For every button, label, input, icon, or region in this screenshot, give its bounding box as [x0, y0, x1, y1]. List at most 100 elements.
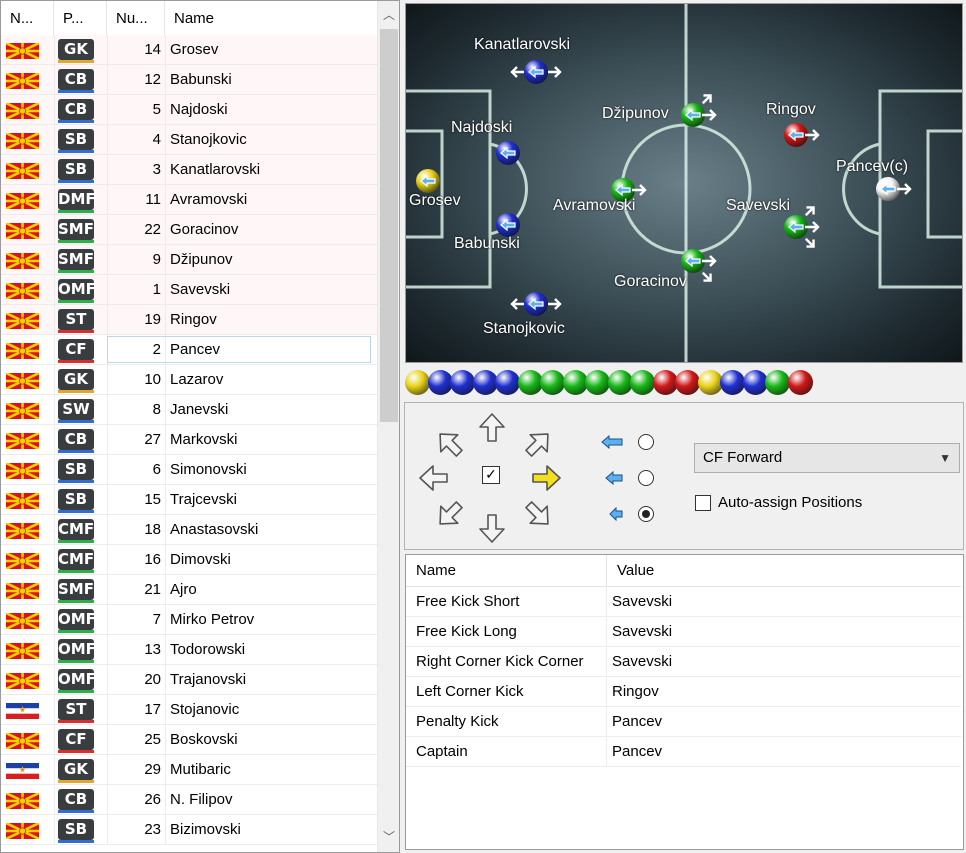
- table-row[interactable]: CB 27 Markovski: [1, 425, 377, 455]
- table-row[interactable]: GK 29 Mutibaric: [1, 755, 377, 785]
- table-row[interactable]: ST 19 Ringov: [1, 305, 377, 335]
- run-option-short-radio[interactable]: [638, 506, 654, 522]
- table-row[interactable]: SMF 9 Džipunov: [1, 245, 377, 275]
- run-option-long-radio[interactable]: [638, 434, 654, 450]
- table-row[interactable]: CMF 16 Dimovski: [1, 545, 377, 575]
- down-left-arrow-icon[interactable]: [433, 497, 467, 531]
- player-ball-icon[interactable]: [524, 60, 548, 84]
- column-header-nationality[interactable]: N...: [1, 1, 54, 35]
- right-arrow-icon[interactable]: [529, 461, 563, 495]
- table-row[interactable]: SB 15 Trajcevski: [1, 485, 377, 515]
- center-hold-checkbox[interactable]: ✓: [482, 466, 500, 484]
- table-row[interactable]: CB 26 N. Filipov: [1, 785, 377, 815]
- table-row[interactable]: OMF 7 Mirko Petrov: [1, 605, 377, 635]
- table-row[interactable]: DMF 11 Avramovski: [1, 185, 377, 215]
- up-right-arrow-icon[interactable]: [521, 427, 555, 461]
- left-arrow-icon[interactable]: [417, 461, 451, 495]
- roster-scrollbar[interactable]: ︿ ﹀: [377, 1, 399, 852]
- scroll-down-icon[interactable]: ﹀: [378, 825, 399, 849]
- player-name: Savevski: [170, 281, 231, 298]
- column-header-name[interactable]: Name: [165, 1, 377, 35]
- player-number: 23: [144, 821, 161, 838]
- table-row[interactable]: OMF 13 Todorowski: [1, 635, 377, 665]
- table-row[interactable]: CB 5 Najdoski: [1, 95, 377, 125]
- country-flag-icon: [5, 731, 40, 751]
- player-number: 22: [144, 221, 161, 238]
- table-row[interactable]: ST 17 Stojanovic: [1, 695, 377, 725]
- table-row[interactable]: GK 14 Grosev: [1, 35, 377, 65]
- table-row[interactable]: CB 12 Babunski: [1, 65, 377, 95]
- player-name: Trajcevski: [170, 491, 237, 508]
- scroll-up-icon[interactable]: ︿: [378, 3, 399, 27]
- country-flag-icon: [5, 401, 40, 421]
- table-row[interactable]: Penalty Kick Pancev: [406, 707, 961, 737]
- up-arrow-icon[interactable]: [475, 411, 509, 445]
- position-badge: ST: [58, 309, 94, 333]
- player-number: 9: [152, 251, 161, 268]
- table-row[interactable]: SMF 21 Ajro: [1, 575, 377, 605]
- auto-assign-label[interactable]: Auto-assign Positions: [718, 494, 862, 511]
- table-row[interactable]: SB 6 Simonovski: [1, 455, 377, 485]
- player-ball-icon[interactable]: [416, 169, 440, 193]
- player-ball-icon[interactable]: [524, 292, 548, 316]
- column-header-setpiece-value[interactable]: Value: [607, 555, 961, 587]
- player-name: Avramovski: [170, 191, 248, 208]
- table-row[interactable]: Captain Pancev: [406, 737, 961, 767]
- player-number: 3: [152, 161, 161, 178]
- table-row[interactable]: OMF 1 Savevski: [1, 275, 377, 305]
- position-badge: SB: [58, 459, 94, 483]
- table-row[interactable]: SW 8 Janevski: [1, 395, 377, 425]
- roster-header: N... P... Nu... Name: [1, 1, 377, 36]
- player-name: Simonovski: [170, 461, 247, 478]
- country-flag-icon: [6, 763, 39, 779]
- scrollbar-thumb[interactable]: [380, 29, 398, 422]
- table-row[interactable]: CMF 18 Anastasovski: [1, 515, 377, 545]
- player-ball-icon[interactable]: [496, 141, 520, 165]
- country-flag-icon: [5, 491, 40, 511]
- country-flag-icon: [5, 791, 40, 811]
- player-ball-icon[interactable]: [496, 213, 520, 237]
- column-header-setpiece-name[interactable]: Name: [406, 555, 607, 587]
- run-option-medium-radio[interactable]: [638, 470, 654, 486]
- country-flag-icon: [5, 371, 40, 391]
- position-role-select[interactable]: CF Forward ▼: [694, 443, 960, 473]
- position-badge: CMF: [58, 549, 94, 573]
- column-header-number[interactable]: Nu...: [107, 1, 165, 35]
- pitch-player-name: Kanatlarovski: [474, 36, 571, 53]
- formation-pitch[interactable]: Kanatlarovski Najdoski Grosev Babunski Stano…: [405, 3, 963, 363]
- table-row[interactable]: GK 10 Lazarov: [1, 365, 377, 395]
- table-row[interactable]: CF 2 Pancev: [1, 335, 377, 365]
- player-roster-list[interactable]: N... P... Nu... Name GK 14 Grosev CB 12 Babun…: [0, 0, 400, 853]
- player-name: Kanatlarovski: [170, 161, 261, 178]
- country-flag-icon: [5, 161, 40, 181]
- up-left-arrow-icon[interactable]: [433, 427, 467, 461]
- auto-assign-checkbox[interactable]: [695, 495, 711, 511]
- down-right-arrow-icon[interactable]: [521, 497, 555, 531]
- player-name: Anastasovski: [170, 521, 259, 538]
- table-row[interactable]: Free Kick Short Savevski: [406, 587, 961, 617]
- player-number: 13: [144, 641, 161, 658]
- player-number: 16: [144, 551, 161, 568]
- table-row[interactable]: OMF 20 Trajanovski: [1, 665, 377, 695]
- player-color-ball-icon: [585, 370, 610, 395]
- table-row[interactable]: SB 4 Stanojkovic: [1, 125, 377, 155]
- country-flag-icon: [5, 521, 40, 541]
- setpiece-value: Pancev: [612, 713, 663, 730]
- table-row[interactable]: Free Kick Long Savevski: [406, 617, 961, 647]
- player-number: 4: [152, 131, 161, 148]
- table-row[interactable]: SB 23 Bizimovski: [1, 815, 377, 845]
- pitch-player-name: Savevski: [726, 197, 791, 214]
- player-color-ball-icon: [742, 370, 768, 395]
- table-row[interactable]: Left Corner Kick Ringov: [406, 677, 961, 707]
- table-row[interactable]: SMF 22 Goracinov: [1, 215, 377, 245]
- table-row[interactable]: CF 25 Boskovski: [1, 725, 377, 755]
- player-number: 25: [144, 731, 161, 748]
- set-pieces-table: Name Value Free Kick Short Savevski Free K…: [405, 554, 964, 850]
- table-row[interactable]: SB 3 Kanatlarovski: [1, 155, 377, 185]
- table-row[interactable]: Right Corner Kick Corner Savevski: [406, 647, 961, 677]
- down-arrow-icon[interactable]: [475, 511, 509, 545]
- setpiece-value: Ringov: [612, 683, 659, 700]
- position-badge: GK: [58, 39, 94, 63]
- column-header-position[interactable]: P...: [54, 1, 107, 35]
- position-role-value: CF Forward: [703, 449, 783, 466]
